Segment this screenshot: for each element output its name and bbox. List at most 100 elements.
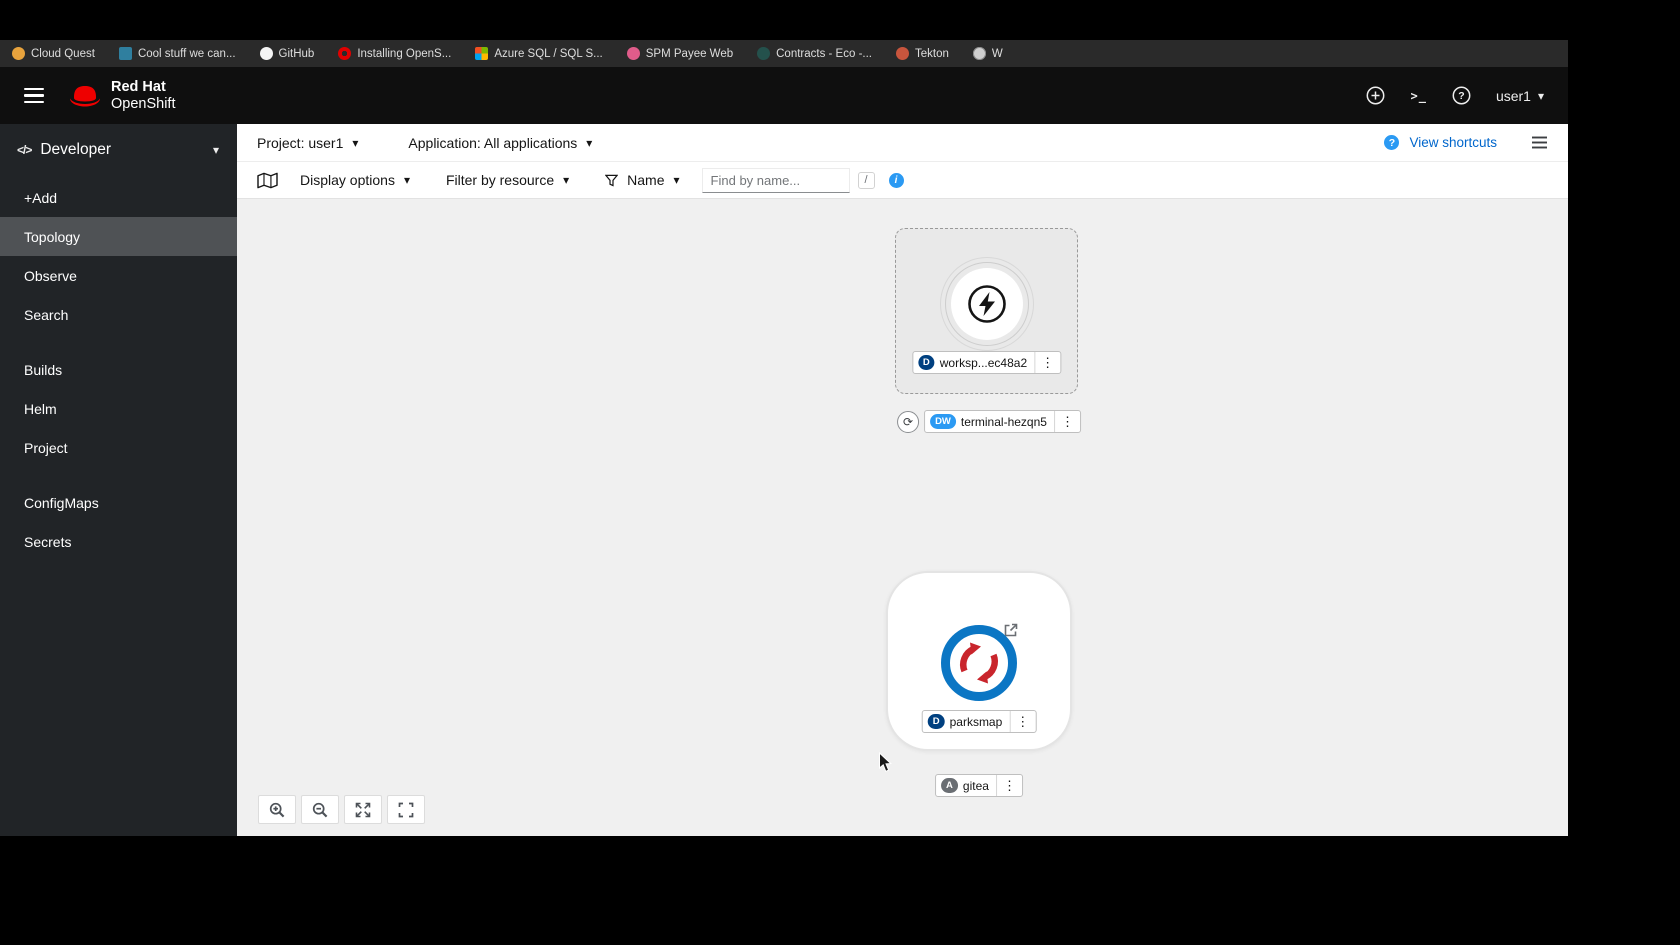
topology-toolbar: Display options ▾ Filter by resource ▾ N… (237, 162, 1568, 199)
kebab-menu-icon[interactable]: ⋮ (995, 775, 1022, 796)
sidebar-item-helm[interactable]: Helm (0, 389, 237, 428)
sidebar-group-1: +Add Topology Observe Search (0, 174, 237, 338)
kebab-menu-icon[interactable]: ⋮ (1053, 411, 1080, 432)
screen: Cloud Quest Cool stuff we can... GitHub … (0, 0, 1680, 945)
masthead: Red Hat OpenShift >_ ? user1 ▾ (0, 67, 1568, 124)
kebab-menu-icon[interactable]: ⋮ (1009, 711, 1035, 732)
brand-text: Red Hat OpenShift (111, 79, 176, 111)
project-dropdown-label: Project: user1 (257, 134, 344, 151)
workspace-name: worksp...ec48a2 (939, 355, 1028, 370)
view-shortcuts-link[interactable]: View shortcuts (1409, 135, 1497, 150)
app-body: </> Developer ▾ +Add Topology Observe Se… (0, 124, 1568, 836)
bookmark-cloud-quest[interactable]: Cloud Quest (12, 47, 95, 60)
find-by-name-input[interactable] (701, 167, 850, 193)
application-dropdown-label: Application: All applications (408, 134, 578, 151)
zoom-out-button[interactable] (301, 795, 339, 824)
caret-down-icon: ▾ (563, 173, 570, 187)
parksmap-name: parksmap (949, 714, 1003, 729)
svg-text:?: ? (1458, 90, 1464, 102)
bookmarks-bar: Cloud Quest Cool stuff we can... GitHub … (0, 40, 1568, 67)
caret-down-icon: ▾ (1537, 88, 1544, 103)
bookmark-contracts[interactable]: Contracts - Eco -... (757, 47, 872, 60)
caret-down-icon: ▾ (212, 143, 219, 157)
topology-canvas[interactable]: D worksp...ec48a2 ⋮ ⟳ DW terminal-hezqn5… (237, 199, 1568, 836)
masthead-toolbar: >_ ? user1 ▾ (1366, 86, 1544, 105)
openshift-favicon-icon (338, 47, 352, 60)
map-icon[interactable] (257, 171, 278, 190)
fullscreen-button[interactable] (387, 795, 425, 824)
group-decorator-icon[interactable]: ⟳ (897, 410, 920, 433)
workspace-node-label[interactable]: D worksp...ec48a2 ⋮ (911, 351, 1062, 374)
sidebar-item-observe[interactable]: Observe (0, 256, 237, 295)
sidebar-group-2: Builds Helm Project (0, 346, 237, 471)
filter-by-resource-label: Filter by resource (445, 172, 555, 188)
parksmap-node-label[interactable]: D parksmap ⋮ (921, 710, 1037, 733)
bookmark-w[interactable]: W (972, 47, 1003, 60)
developer-code-icon: </> (17, 143, 32, 157)
sidebar-group-3: ConfigMaps Secrets (0, 479, 237, 565)
user-menu[interactable]: user1 ▾ (1496, 88, 1544, 104)
name-filter-dropdown[interactable]: Name ▾ (605, 172, 680, 188)
sidebar-item-search[interactable]: Search (0, 295, 237, 334)
bookmark-installing-openshift[interactable]: Installing OpenS... (338, 47, 451, 60)
application-dropdown[interactable]: Application: All applications ▾ (408, 135, 592, 151)
parksmap-app-icon (941, 625, 1017, 701)
bookmark-azure-sql[interactable]: Azure SQL / SQL S... (475, 47, 603, 60)
bookmark-cool-stuff[interactable]: Cool stuff we can... (118, 47, 236, 60)
bookmark-spm-payee[interactable]: SPM Payee Web (626, 47, 734, 60)
window-favicon-icon (118, 47, 132, 60)
context-bar-right: ? View shortcuts (1384, 135, 1548, 150)
devworkspace-group-node[interactable]: D worksp...ec48a2 ⋮ (895, 228, 1078, 394)
bookmark-label: W (991, 47, 1003, 60)
sidebar-item-secrets[interactable]: Secrets (0, 522, 237, 561)
bookmark-github[interactable]: GitHub (259, 47, 315, 60)
brand-line-2: OpenShift (111, 95, 176, 112)
filter-by-resource-dropdown[interactable]: Filter by resource ▾ (446, 172, 569, 188)
sidebar-item-project[interactable]: Project (0, 428, 237, 467)
zoom-in-button[interactable] (258, 795, 296, 824)
context-bar: Project: user1 ▾ Application: All applic… (237, 124, 1568, 162)
mouse-cursor (878, 751, 893, 778)
application-group-node[interactable]: D parksmap ⋮ (886, 571, 1072, 751)
gitea-group-label[interactable]: A gitea ⋮ (935, 774, 1023, 797)
bookmark-label: Contracts - Eco -... (776, 47, 872, 60)
terminal-node-label[interactable]: DW terminal-hezqn5 ⋮ (924, 410, 1081, 433)
canvas-controls (258, 795, 425, 824)
bookmark-label: Installing OpenS... (357, 47, 452, 60)
sidebar-item-configmaps[interactable]: ConfigMaps (0, 483, 237, 522)
sidebar-item-topology[interactable]: Topology (0, 217, 237, 256)
caret-down-icon: ▾ (586, 135, 593, 150)
cloud-quest-favicon-icon (12, 47, 25, 60)
display-options-dropdown[interactable]: Display options ▾ (300, 172, 410, 188)
web-terminal-icon[interactable]: >_ (1410, 89, 1426, 103)
kebab-menu-icon[interactable]: ⋮ (1034, 352, 1060, 373)
caret-down-icon: ▾ (352, 135, 359, 150)
sidebar-item-add[interactable]: +Add (0, 178, 237, 217)
workspace-node-circle[interactable] (950, 268, 1023, 340)
hamburger-menu-icon[interactable] (24, 87, 44, 104)
filter-funnel-icon (605, 174, 619, 187)
fit-to-screen-button[interactable] (344, 795, 382, 824)
bookmark-label: SPM Payee Web (645, 47, 734, 60)
find-by-name-group: / (701, 167, 875, 193)
bookmark-tekton[interactable]: Tekton (895, 47, 949, 60)
bookmark-label: GitHub (278, 47, 315, 60)
brand-line-1: Red Hat (111, 79, 166, 96)
main-content: Project: user1 ▾ Application: All applic… (237, 124, 1568, 836)
list-view-toggle-icon[interactable] (1531, 135, 1548, 150)
gitea-name: gitea (962, 778, 989, 793)
caret-down-icon: ▾ (403, 173, 410, 187)
perspective-switcher[interactable]: </> Developer ▾ (0, 124, 237, 174)
sidebar-item-builds[interactable]: Builds (0, 350, 237, 389)
spm-favicon-icon (626, 47, 640, 60)
parksmap-node-circle[interactable] (940, 624, 1018, 702)
display-options-label: Display options (300, 172, 395, 188)
globe-favicon-icon (972, 47, 986, 60)
project-dropdown[interactable]: Project: user1 ▾ (257, 135, 358, 151)
terminal-name: terminal-hezqn5 (960, 414, 1047, 429)
redhat-openshift-logo[interactable]: Red Hat OpenShift (68, 79, 176, 112)
deployment-badge: D (927, 714, 945, 729)
info-icon[interactable]: i (888, 172, 904, 188)
help-icon[interactable]: ? (1452, 86, 1471, 105)
add-plus-circle-icon[interactable] (1366, 86, 1385, 105)
